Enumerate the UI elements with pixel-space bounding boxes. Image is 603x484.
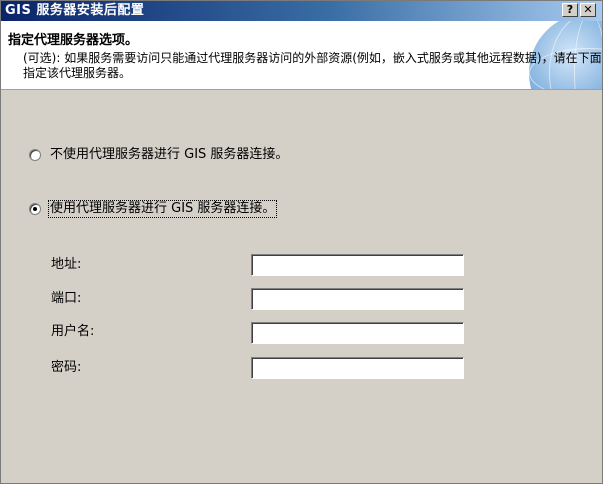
close-icon: ✕ (583, 3, 593, 16)
page-title: 指定代理服务器选项。 (8, 33, 139, 48)
close-button[interactable]: ✕ (580, 3, 596, 17)
no-proxy-radio[interactable] (29, 149, 41, 161)
address-input[interactable] (251, 254, 464, 276)
title-bar: GIS 服务器安装后配置 ? ✕ (1, 1, 602, 21)
window-title: GIS 服务器安装后配置 (5, 3, 145, 18)
help-icon: ? (566, 3, 574, 16)
port-input[interactable] (251, 288, 464, 310)
radio-selected-dot (33, 207, 37, 211)
address-label: 地址: (51, 257, 82, 272)
use-proxy-label[interactable]: 使用代理服务器进行 GIS 服务器连接。 (47, 200, 278, 218)
username-input[interactable] (251, 322, 464, 344)
no-proxy-option[interactable]: 不使用代理服务器进行 GIS 服务器连接。 (29, 146, 289, 164)
use-proxy-option[interactable]: 使用代理服务器进行 GIS 服务器连接。 (29, 200, 278, 218)
port-label: 端口: (51, 291, 82, 306)
use-proxy-radio[interactable] (29, 203, 41, 215)
page-description: (可选): 如果服务需要访问只能通过代理服务器访问的外部资源(例如，嵌入式服务或… (23, 51, 602, 80)
no-proxy-label[interactable]: 不使用代理服务器进行 GIS 服务器连接。 (49, 147, 289, 163)
password-input[interactable] (251, 357, 464, 379)
username-label: 用户名: (51, 324, 95, 339)
content-area: 不使用代理服务器进行 GIS 服务器连接。 使用代理服务器进行 GIS 服务器连… (1, 90, 602, 483)
wizard-header: 指定代理服务器选项。 (可选): 如果服务需要访问只能通过代理服务器访问的外部资… (1, 21, 602, 90)
help-button[interactable]: ? (562, 3, 578, 17)
dialog-window: GIS 服务器安装后配置 ? ✕ 指定代理服务器选项。 (可选): 如果服务需要… (0, 0, 603, 484)
password-label: 密码: (51, 360, 82, 375)
